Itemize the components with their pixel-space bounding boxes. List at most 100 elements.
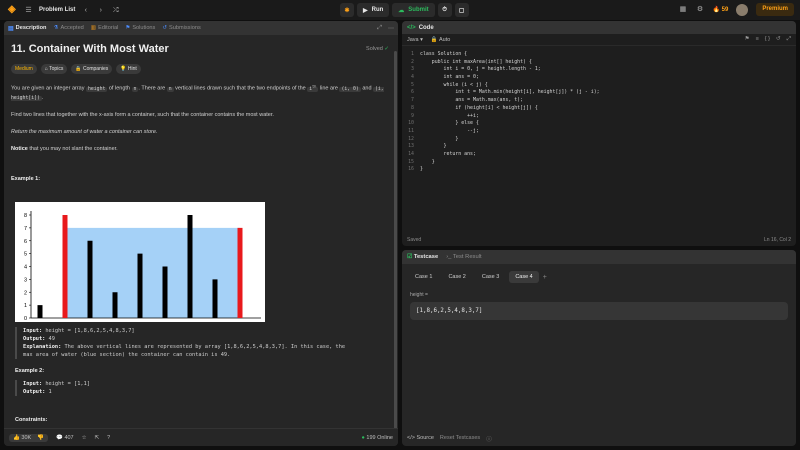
code-line[interactable]: 9 ++i; (402, 113, 796, 121)
tab-submissions[interactable]: ↺ Submissions (162, 25, 200, 31)
line-number: 7 (411, 97, 414, 104)
tab-test-result[interactable]: ›_ Test Result (446, 254, 481, 260)
problem-notice: Notice that you may not slant the contai… (11, 145, 118, 152)
like-dislike[interactable]: 👍 30K 👎 (9, 433, 49, 442)
code-line[interactable]: 7 ans = Math.max(ans, t); (402, 97, 796, 105)
code-line[interactable]: 14 return ans; (402, 151, 796, 159)
code-text: return ans; (420, 150, 476, 157)
code-line[interactable]: 8 if (height[i] < height[j]) { (402, 105, 796, 113)
line-number: 8 (411, 104, 414, 111)
y-tick-label: 2 (24, 290, 27, 296)
settings-icon[interactable]: ⚙ (695, 5, 704, 14)
example-2-code: Input: height = [1,1] Output: 1 (15, 380, 390, 396)
code-text: } else { (420, 120, 479, 127)
case-tab-4[interactable]: Case 4 (509, 271, 539, 283)
code-line[interactable]: 1 class Solution { (402, 51, 796, 59)
tab-solutions[interactable]: ⚑ Solutions (125, 25, 155, 31)
braces-icon[interactable]: { } (765, 36, 770, 43)
help-icon[interactable]: ? (107, 435, 110, 441)
tab-accepted[interactable]: ⚗ Accepted (53, 25, 83, 31)
submit-button[interactable]: ☁ Submit (392, 3, 435, 17)
expand-icon[interactable]: ⤢ (377, 25, 382, 32)
streak-counter[interactable]: 🔥 59 (712, 6, 728, 13)
y-tick-label: 6 (24, 239, 27, 245)
code-line[interactable]: 6 int t = Math.min(height[i], height[j])… (402, 89, 796, 97)
line-number: 5 (411, 81, 414, 88)
code-text: int t = Math.min(height[i], height[j]) *… (420, 89, 600, 96)
help-icon[interactable]: ⓘ (486, 435, 492, 443)
hint-tag[interactable]: 💡 Hint (116, 64, 141, 74)
logo-icon[interactable]: ◈ (8, 4, 18, 16)
difficulty-badge[interactable]: Medium (11, 64, 37, 74)
code-line[interactable]: 13 } (402, 143, 796, 151)
code-line[interactable]: 15 } (402, 159, 796, 167)
run-button[interactable]: ▶ Run (357, 3, 390, 17)
shuffle-icon[interactable]: ⤮ (111, 6, 120, 15)
topics-tag[interactable]: ⌂ Topics (40, 64, 68, 74)
code-line[interactable]: 12 } (402, 136, 796, 144)
next-icon[interactable]: › (96, 6, 105, 15)
code-text: } (420, 143, 447, 150)
note-icon: ▢ (458, 7, 465, 14)
line-number: 16 (408, 166, 414, 173)
code-line[interactable]: 16} (402, 166, 796, 174)
code-line[interactable]: 11 --j; (402, 128, 796, 136)
code-editor[interactable]: 1 class Solution {2 public int maxArea(in… (402, 51, 796, 174)
auto-toggle[interactable]: 🔒 Auto (431, 37, 450, 43)
add-case-icon[interactable]: + (543, 274, 547, 281)
online-dot-icon: ● (361, 434, 365, 441)
debug-button[interactable]: ✱ (340, 3, 354, 17)
tab-description[interactable]: ▤ Description (8, 25, 46, 32)
layout-icon[interactable]: ▦ (678, 5, 687, 14)
premium-button[interactable]: Premium (756, 3, 794, 16)
like-button[interactable]: 👍 30K (13, 435, 31, 441)
code-line[interactable]: 5 while (i < j) { (402, 82, 796, 90)
avatar[interactable] (736, 3, 749, 16)
language-select[interactable]: Java ▾ (407, 37, 423, 43)
height-input[interactable]: [1,8,6,2,5,4,8,3,7] (410, 302, 788, 320)
more-icon[interactable]: ⋯ (388, 25, 394, 32)
fullscreen-icon[interactable]: ⤢ (787, 36, 791, 43)
case-tab-2[interactable]: Case 2 (442, 271, 471, 283)
notes-button[interactable]: ▢ (454, 3, 469, 17)
reset-icon[interactable]: ↺ (776, 36, 781, 43)
timer-button[interactable]: ⏱ (437, 3, 452, 17)
testcase-panel: ☑ Testcase ›_ Test Result Case 1 Case 2 … (402, 250, 796, 446)
bookmark-icon[interactable]: ⚑ (745, 36, 750, 43)
code-icon: </> (407, 24, 416, 31)
format-icon[interactable]: ≡ (756, 36, 759, 43)
reset-testcases-button[interactable]: Reset Testcases (440, 435, 480, 443)
y-tick-label: 5 (24, 252, 27, 258)
prev-icon[interactable]: ‹ (81, 6, 90, 15)
y-tick-label: 1 (24, 303, 27, 309)
star-icon[interactable]: ☆ (82, 435, 87, 441)
code-line[interactable]: 2 public int maxArea(int[] height) { (402, 59, 796, 67)
problem-list-link[interactable]: Problem List (39, 7, 75, 13)
code-text: int ans = 0; (420, 74, 479, 81)
bar (62, 215, 68, 318)
top-bar: ◈ ☰ Problem List ‹ › ⤮ ✱ ▶ Run ☁ Submit ⏱ … (0, 0, 800, 20)
comments-button[interactable]: 💬 407 (56, 435, 74, 441)
source-button[interactable]: </> Source (407, 435, 434, 443)
problem-description: 11. Container With Most Water Solved ✓ M… (11, 43, 389, 182)
solved-status: Solved ✓ (366, 46, 389, 52)
code-line[interactable]: 4 int ans = 0; (402, 74, 796, 82)
tab-editorial[interactable]: ▥ Editorial (91, 25, 119, 31)
y-tick-label: 3 (24, 277, 27, 283)
case-tab-3[interactable]: Case 3 (476, 271, 505, 283)
companies-tag[interactable]: 🔒 Companies (71, 64, 113, 74)
field-label: height = (410, 292, 428, 298)
list-icon[interactable]: ☰ (24, 6, 33, 15)
terminal-icon: ›_ (446, 254, 452, 260)
document-icon: ▤ (8, 25, 14, 32)
code-line[interactable]: 3 int i = 0, j = height.length - 1; (402, 66, 796, 74)
share-icon[interactable]: ⇱ (95, 435, 100, 441)
tab-testcase[interactable]: ☑ Testcase (407, 254, 438, 260)
code-line[interactable]: 10 } else { (402, 120, 796, 128)
bar (212, 279, 218, 318)
thumbs-down-icon[interactable]: 👎 (37, 435, 44, 441)
scrollbar[interactable] (394, 51, 397, 441)
example-2-title: Example 2: (15, 368, 45, 374)
lock-icon: 🔒 (430, 36, 438, 43)
case-tab-1[interactable]: Case 1 (409, 271, 438, 283)
